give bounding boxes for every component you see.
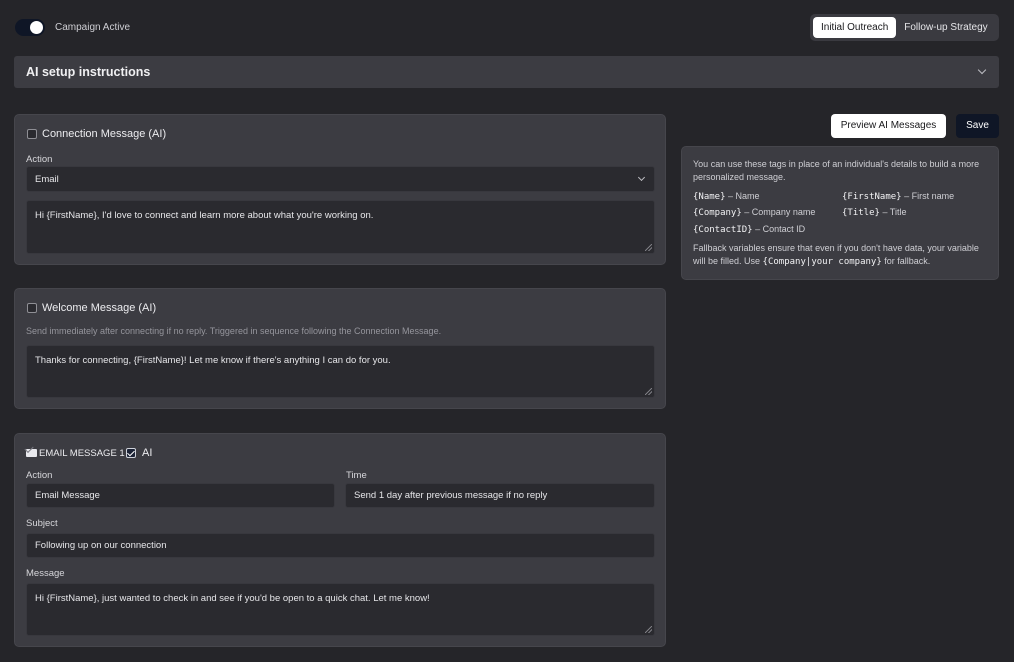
ai-setup-accordion[interactable]: AI setup instructions [14, 56, 999, 88]
tag-code: {FirstName} [842, 192, 902, 202]
tag-item: {ContactID} – Contact ID [693, 223, 805, 237]
fallback-text-end: for fallback. [884, 256, 931, 266]
fallback-code: {Company|your company} [762, 257, 882, 267]
fallback-note: Fallback variables ensure that even if y… [693, 242, 993, 269]
tag-desc: – Company name [744, 207, 816, 217]
action-label: Action [26, 154, 53, 165]
welcome-message-title: Welcome Message (AI) [42, 302, 157, 314]
tag-item: {Company} – Company name [693, 206, 815, 220]
email-action-value: Email Message [35, 490, 100, 501]
subject-input[interactable]: Following up on our connection [26, 533, 655, 558]
email-message-card: EMAIL MESSAGE 1 AI Action Email Message … [14, 433, 666, 647]
connection-message-title: Connection Message (AI) [42, 128, 167, 140]
action-label: Action [26, 470, 53, 481]
tag-desc: – Contact ID [755, 224, 806, 234]
tab-initial-outreach[interactable]: Initial Outreach [813, 17, 897, 38]
subject-value: Following up on our connection [35, 540, 167, 551]
email-message-text: Hi {FirstName}, just wanted to check in … [35, 593, 430, 604]
tag-item: {Name} – Name [693, 190, 760, 204]
action-select[interactable]: Email [26, 166, 655, 192]
connection-message-checkbox[interactable] [27, 129, 37, 139]
tag-code: {ContactID} [693, 225, 753, 235]
time-field[interactable]: Send 1 day after previous message if no … [345, 483, 655, 508]
action-select-value: Email [35, 173, 59, 185]
tag-code: {Company} [693, 208, 742, 218]
tag-item: {FirstName} – First name [842, 190, 954, 204]
chevron-down-icon[interactable] [977, 65, 987, 75]
email-message-textarea[interactable]: Hi {FirstName}, just wanted to check in … [26, 583, 655, 636]
connection-message-text: Hi {FirstName}, I'd love to connect and … [35, 210, 374, 221]
welcome-message-checkbox[interactable] [27, 303, 37, 313]
strategy-tabs: Initial Outreach Follow-up Strategy [810, 14, 999, 41]
welcome-message-card: Welcome Message (AI) Send immediately af… [14, 288, 666, 409]
email-action-field[interactable]: Email Message [26, 483, 335, 508]
preview-ai-messages-button[interactable]: Preview AI Messages [831, 114, 946, 138]
campaign-active-label: Campaign Active [55, 22, 131, 33]
tag-desc: – Title [882, 207, 907, 217]
time-value: Send 1 day after previous message if no … [354, 490, 548, 501]
tag-item: {Title} – Title [842, 206, 906, 220]
tag-code: {Title} [842, 208, 880, 218]
welcome-message-textarea[interactable]: Thanks for connecting, {FirstName}! Let … [26, 345, 655, 398]
campaign-active-toggle[interactable] [15, 19, 45, 36]
tab-follow-up-strategy[interactable]: Follow-up Strategy [896, 17, 995, 38]
resize-handle[interactable] [645, 244, 652, 251]
time-label: Time [346, 470, 367, 481]
tags-info-panel: You can use these tags in place of an in… [681, 146, 999, 280]
resize-handle[interactable] [645, 626, 652, 633]
message-label: Message [26, 568, 65, 579]
toggle-knob [30, 21, 43, 34]
welcome-message-text: Thanks for connecting, {FirstName}! Let … [35, 355, 391, 366]
subject-label: Subject [26, 518, 58, 529]
email-message-title-text: EMAIL MESSAGE 1 [39, 448, 125, 459]
email-message-title: EMAIL MESSAGE 1 [26, 448, 125, 459]
resize-handle[interactable] [645, 388, 652, 395]
connection-message-textarea[interactable]: Hi {FirstName}, I'd love to connect and … [26, 200, 655, 254]
envelope-icon [26, 449, 37, 457]
ai-checkbox[interactable] [126, 448, 136, 458]
connection-message-card: Connection Message (AI) Action Email Hi … [14, 114, 666, 265]
tag-desc: – Name [728, 191, 760, 201]
welcome-message-hint: Send immediately after connecting if no … [26, 326, 442, 336]
tag-desc: – First name [904, 191, 955, 201]
tags-intro: You can use these tags in place of an in… [693, 159, 980, 182]
ai-checkbox-label: AI [142, 447, 153, 459]
save-button[interactable]: Save [956, 114, 999, 138]
chevron-down-icon [637, 173, 646, 182]
tag-code: {Name} [693, 192, 726, 202]
accordion-title: AI setup instructions [26, 65, 151, 79]
